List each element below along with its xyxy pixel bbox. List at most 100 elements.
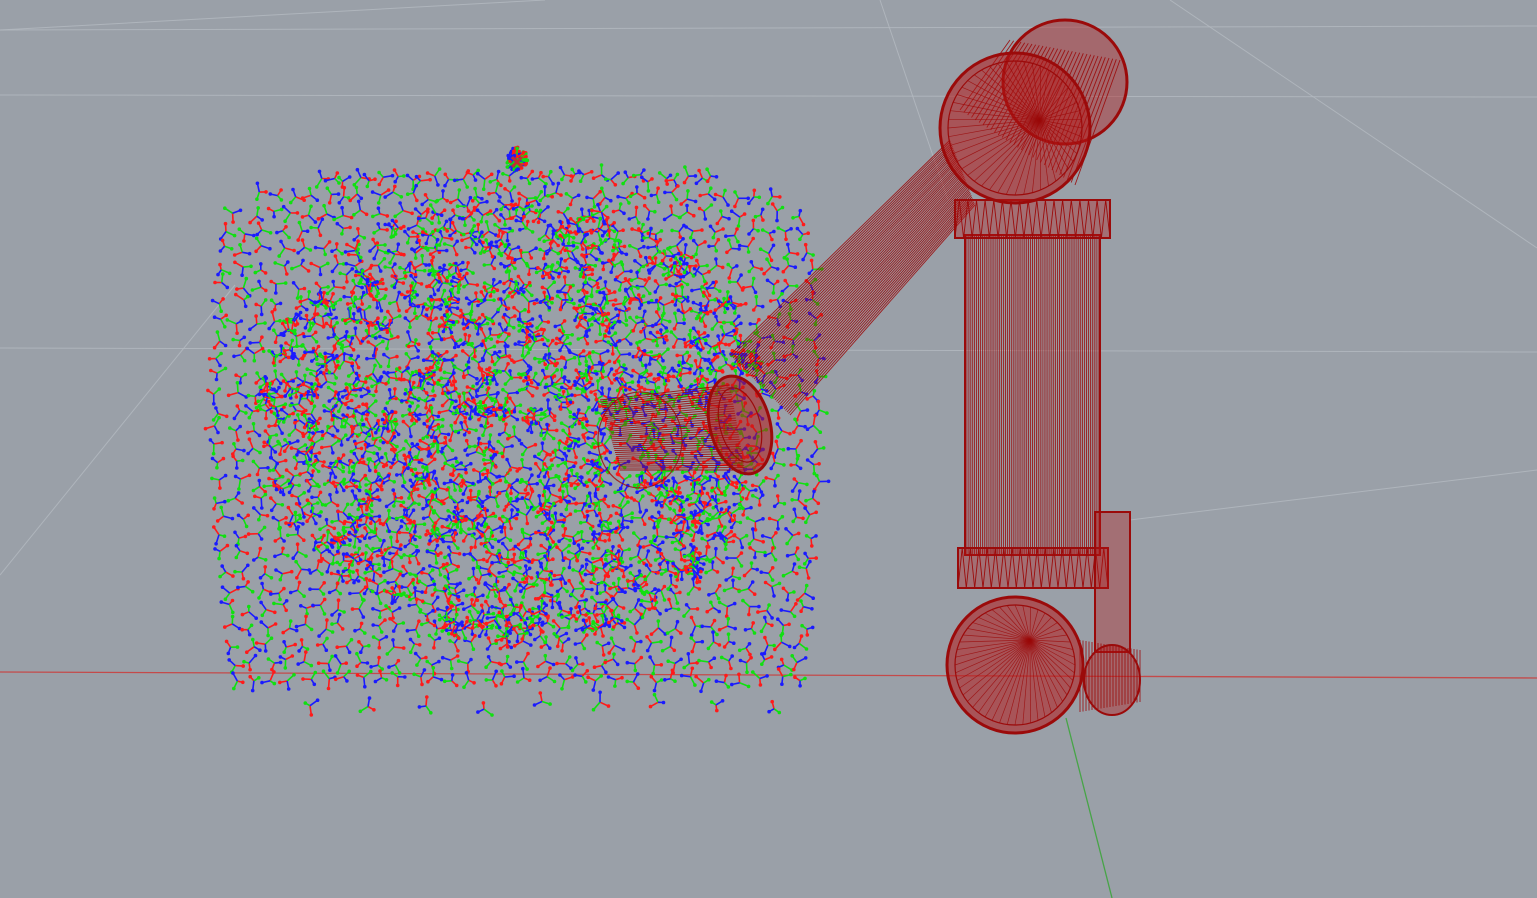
frame-axis-tip xyxy=(706,522,710,527)
frame-axis-tip xyxy=(404,439,408,443)
frame-axis-tip xyxy=(263,321,267,325)
viewport-canvas[interactable] xyxy=(0,0,1537,898)
frame-axis-tip xyxy=(720,265,725,270)
frame-axis-tip xyxy=(569,179,573,183)
frame-axis-tip xyxy=(790,489,795,493)
frame-axis-tip xyxy=(254,381,258,385)
frame-axis-tip xyxy=(814,510,818,515)
frame-axis-tip xyxy=(401,281,406,285)
frame-axis-tip xyxy=(265,513,270,518)
frame-axis-tip xyxy=(724,499,728,504)
frame-axis-tip xyxy=(328,492,332,497)
frame-axis-tip xyxy=(223,325,227,329)
frame-axis-tip xyxy=(533,356,537,361)
frame-axis-tip xyxy=(805,397,809,401)
frame-axis-tip xyxy=(609,514,613,518)
frame-axis-tip xyxy=(549,520,554,525)
frame-axis-tip xyxy=(386,364,391,369)
frame-axis-tip xyxy=(737,314,741,319)
frame-axis-tip xyxy=(212,507,216,511)
frame-axis-tip xyxy=(550,296,555,301)
frame-axis-tip xyxy=(673,311,677,316)
frame-axis-tip xyxy=(695,258,699,263)
frame-axis-tip xyxy=(238,424,242,429)
frame-axis-tip xyxy=(672,345,676,349)
frame-axis-tip xyxy=(461,539,466,543)
frame-axis-tip xyxy=(469,461,473,466)
frame-axis-tip xyxy=(618,202,623,206)
frame-axis-tip xyxy=(427,272,431,277)
frame-axis-tip xyxy=(272,328,276,332)
frame-axis-tip xyxy=(505,165,510,169)
frame-axis-tip xyxy=(225,318,230,322)
frame-axis-tip xyxy=(640,175,644,180)
frame-axis-tip xyxy=(223,221,228,226)
frame-axis-tip xyxy=(710,495,715,499)
frame-axis-tip xyxy=(729,209,734,213)
frame-axis-tip xyxy=(257,517,261,522)
frame-axis-tip xyxy=(346,334,351,339)
3d-viewport[interactable] xyxy=(0,0,1537,898)
frame-axis-tip xyxy=(703,324,708,328)
frame-axis-tip xyxy=(612,360,617,365)
frame-axis-tip xyxy=(503,382,508,386)
frame-axis-tip xyxy=(260,218,264,222)
frame-axis-tip xyxy=(543,184,547,189)
frame-axis-tip xyxy=(333,254,338,258)
frame-axis-tip xyxy=(370,190,375,194)
frame-axis-tip xyxy=(765,257,769,261)
frame-axis-tip xyxy=(775,494,780,498)
frame-axis-tip xyxy=(273,369,277,373)
frame-axis-tip xyxy=(218,486,222,490)
frame-axis-tip xyxy=(785,257,789,261)
frame-axis-tip xyxy=(349,449,354,454)
frame-axis-tip xyxy=(551,436,556,441)
frame-axis-tip xyxy=(568,512,573,516)
frame-axis-tip xyxy=(818,430,823,434)
frame-axis-tip xyxy=(226,498,231,503)
frame-axis-tip xyxy=(251,459,256,464)
frame-axis-tip xyxy=(733,190,737,194)
frame-axis-tip xyxy=(784,527,788,531)
frame-axis-tip xyxy=(771,291,776,295)
frame-axis-tip xyxy=(324,306,328,310)
frame-axis-tip xyxy=(435,198,440,203)
frame-axis-tip xyxy=(710,327,715,331)
frame-axis-tip xyxy=(521,328,525,333)
frame-axis-tip xyxy=(239,319,244,323)
frame-axis-tip xyxy=(385,214,390,218)
frame-axis-tip xyxy=(271,515,276,520)
frame-axis-tip xyxy=(488,433,493,437)
frame-axis-tip xyxy=(560,177,564,182)
frame-axis-tip xyxy=(498,195,502,199)
frame-axis-tip xyxy=(519,175,524,180)
frame-axis-tip xyxy=(455,239,459,244)
frame-axis-tip xyxy=(406,330,410,334)
frame-axis-tip xyxy=(396,432,401,437)
frame-axis-tip xyxy=(527,181,532,186)
frame-axis-tip xyxy=(798,237,802,242)
frame-axis-tip xyxy=(424,532,428,537)
frame-axis-tip xyxy=(596,202,600,207)
frame-axis-tip xyxy=(708,224,713,229)
frame-axis-tip xyxy=(556,181,561,186)
frame-axis-tip xyxy=(564,507,569,512)
frame-axis-tip xyxy=(775,267,780,271)
frame-axis-tip xyxy=(644,508,649,513)
frame-axis-tip xyxy=(293,510,298,515)
frame-axis-tip xyxy=(627,352,632,356)
frame-axis-tip xyxy=(254,236,259,241)
frame-axis-tip xyxy=(217,556,221,561)
frame-axis-tip xyxy=(804,520,808,525)
frame-axis-tip xyxy=(623,170,628,174)
frame-axis-tip xyxy=(608,482,613,486)
frame-axis-tip xyxy=(374,326,378,331)
frame-axis-tip xyxy=(346,406,350,410)
frame-axis-tip xyxy=(210,298,215,303)
frame-axis-tip xyxy=(721,227,725,231)
frame-axis-tip xyxy=(255,472,260,477)
frame-axis-tip xyxy=(323,503,328,507)
frame-axis-tip xyxy=(676,184,680,188)
frame-axis-tip xyxy=(642,203,647,208)
frame-axis-tip xyxy=(572,301,576,306)
